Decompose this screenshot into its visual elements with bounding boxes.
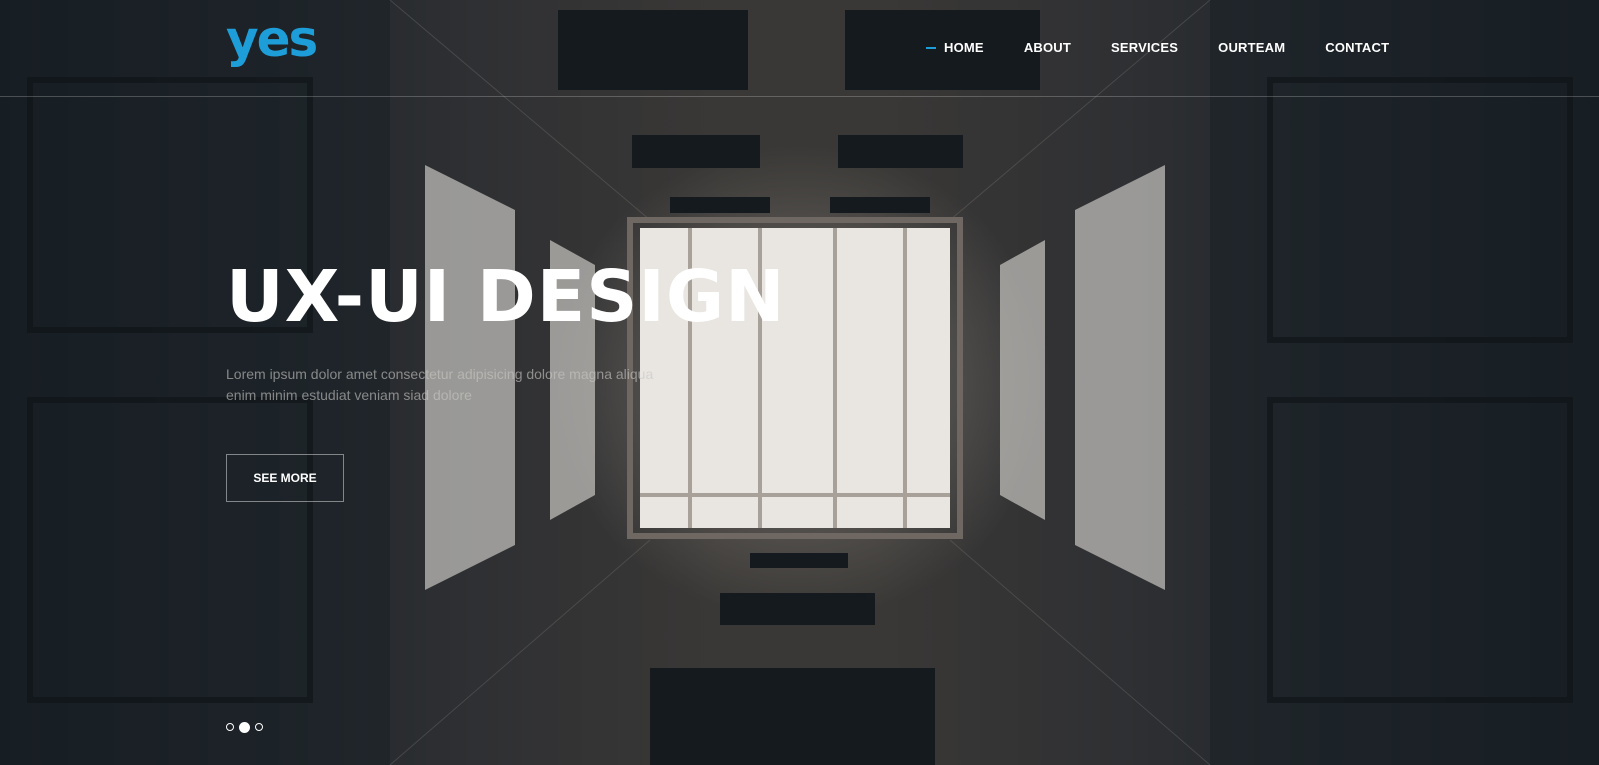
hero-title: UX-UI DESIGN (226, 255, 786, 338)
nav-item-about[interactable]: ABOUT (1024, 40, 1071, 55)
see-more-button[interactable]: SEE MORE (226, 454, 344, 502)
nav-item-home[interactable]: HOME (926, 40, 984, 55)
site-header: yes HOME ABOUT SERVICES OURTEAM CONTACT (0, 0, 1599, 97)
slider-dot-1[interactable] (226, 723, 234, 731)
brand-logo[interactable]: yes (226, 14, 318, 64)
slider-dot-3[interactable] (255, 723, 263, 731)
nav-item-contact[interactable]: CONTACT (1325, 40, 1389, 55)
slider-pagination (226, 721, 263, 733)
nav-item-services[interactable]: SERVICES (1111, 40, 1178, 55)
nav-item-ourteam[interactable]: OURTEAM (1218, 40, 1285, 55)
hero-subtitle: Lorem ipsum dolor amet consectetur adipi… (226, 366, 654, 403)
slider-dot-2[interactable] (239, 721, 250, 733)
main-nav: HOME ABOUT SERVICES OURTEAM CONTACT (926, 40, 1389, 55)
hero-section: yes HOME ABOUT SERVICES OURTEAM CONTACT … (0, 0, 1599, 765)
